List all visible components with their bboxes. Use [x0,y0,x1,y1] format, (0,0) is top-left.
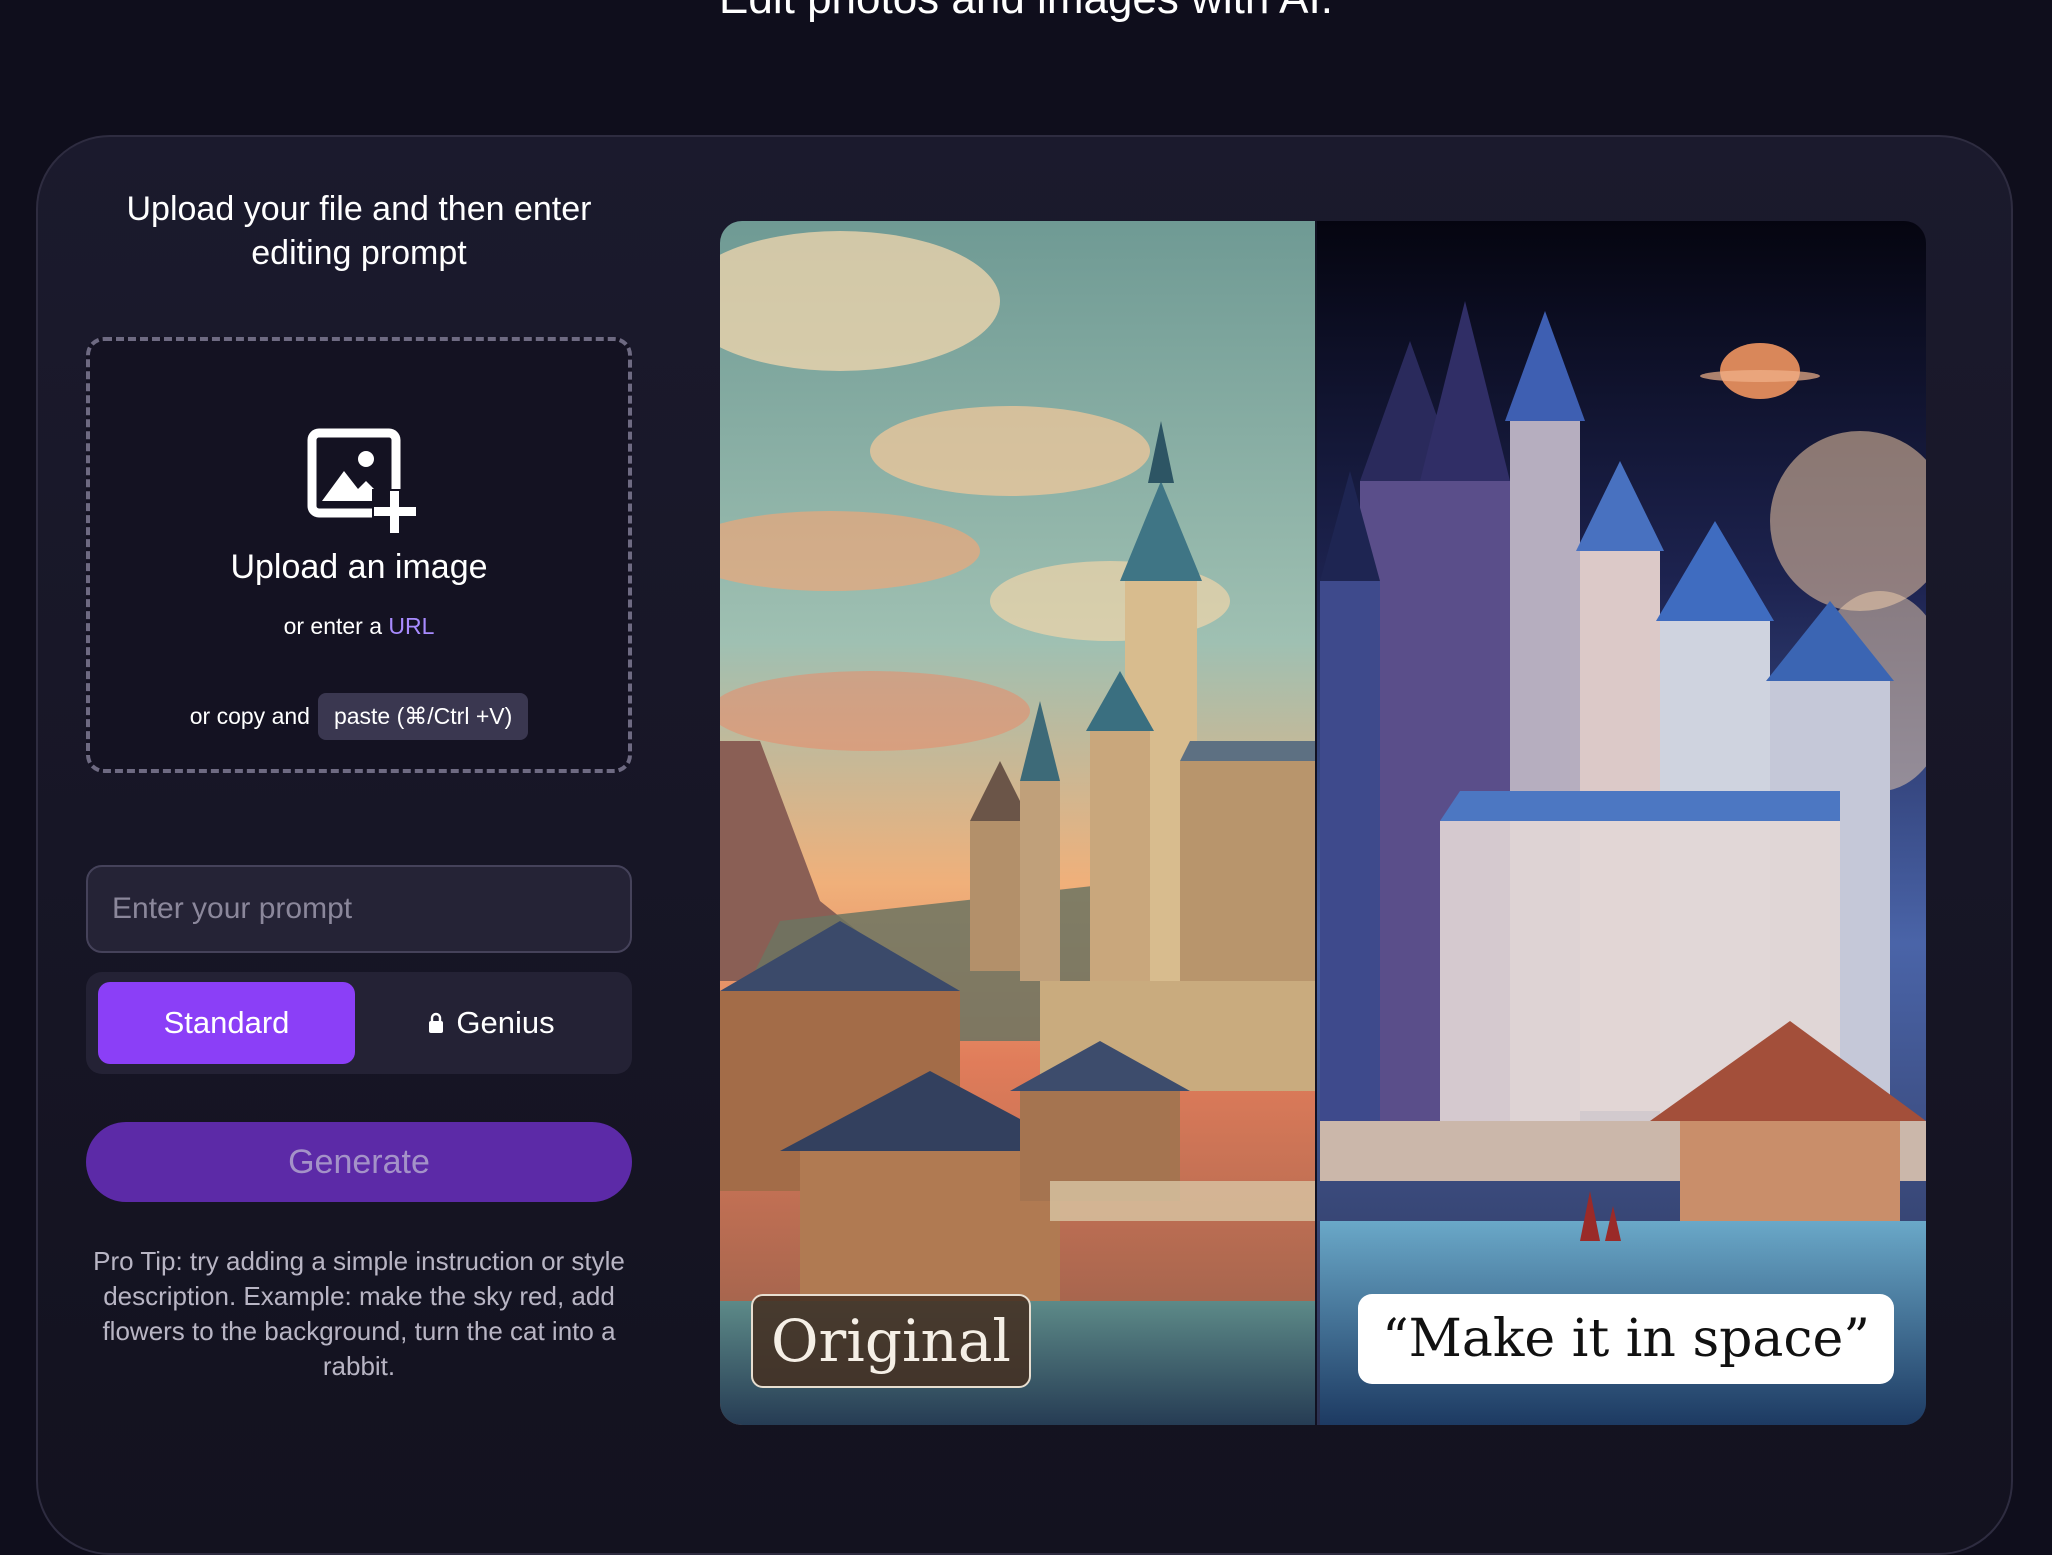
before-after-preview: Original “Make it in space” [720,221,1926,1425]
lock-icon [429,1012,444,1033]
upload-heading: Upload your file and then enter editing … [126,190,592,272]
paste-prefix: or copy and [189,703,310,729]
upload-panel: Upload your file and then enter editing … [86,187,632,1381]
image-dropzone[interactable]: Upload an image or enter a URL or copy a… [86,337,632,773]
url-prefix: or enter a [283,613,383,639]
mode-toggle: Standard Genius [86,972,632,1074]
standard-mode-button[interactable]: Standard [98,982,355,1064]
image-add-icon [307,428,416,533]
upload-title: Upload an image [230,548,488,586]
page-heading: Edit photos and images with AI. [0,0,2052,24]
paste-button[interactable]: paste (⌘/Ctrl +V) [317,693,529,740]
before-after-image [720,221,1926,1425]
original-label-badge: Original [751,1294,1031,1388]
paste-line: or copy and paste (⌘/Ctrl +V) [90,693,628,740]
edited-prompt-badge: “Make it in space” [1358,1294,1894,1384]
editor-card: Upload your file and then enter editing … [36,135,2013,1555]
edited-image [1316,221,1926,1425]
generate-button[interactable]: Generate [86,1122,632,1202]
standard-mode-label: Standard [163,1005,290,1040]
enter-url-link[interactable]: URL [388,613,434,639]
genius-mode-button[interactable]: Genius [363,982,620,1064]
url-line: or enter a URL [90,613,628,640]
pro-tip: Pro Tip: try adding a simple instruction… [93,1246,625,1381]
genius-mode-label: Genius [456,1005,555,1040]
original-image [720,221,1316,1425]
prompt-input[interactable] [86,865,632,953]
